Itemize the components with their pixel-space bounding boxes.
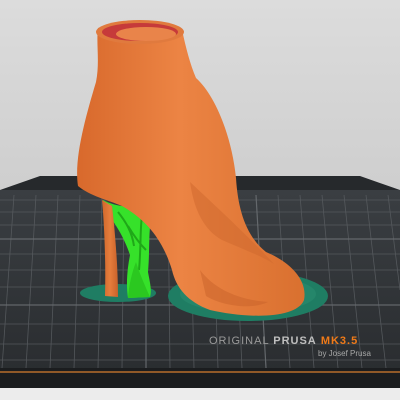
bed-logo-model: MK3.5: [320, 335, 359, 347]
bed-logo-prefix: ORIGINAL: [209, 335, 270, 347]
boot-opening: [96, 20, 184, 44]
bed-logo-brand: PRUSA: [273, 335, 317, 347]
bed-logo-byline: by Josef Prusa: [318, 349, 371, 358]
3d-viewport[interactable]: ORIGINAL PRUSA MK3.5 by Josef Prusa: [0, 0, 400, 400]
bed-logo: ORIGINAL PRUSA MK3.5: [209, 335, 400, 347]
